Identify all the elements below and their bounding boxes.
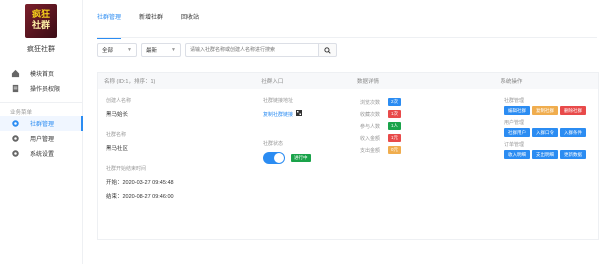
sidebar-item-community-management[interactable]: 社群管理 <box>0 116 83 131</box>
app-logo: 疯狂 社群 <box>25 4 57 38</box>
copy-community-button[interactable]: 复制社群 <box>532 106 558 115</box>
status-label: 社群状态 <box>263 141 284 147</box>
header-name: 名称 (ID:1，排序：1) <box>104 79 156 85</box>
chevron-down-icon: ▼ <box>171 47 176 53</box>
creator-label: 创建人名称 <box>106 98 132 104</box>
system-ops-column: 社群管理 编辑社群 复制社群 删除社群 用户管理 社群用户 入群口令 入群条件 … <box>504 97 588 163</box>
logo-text-line2: 社群 <box>31 21 50 31</box>
sidebar-item-label: 用户管理 <box>30 137 55 143</box>
stat-label: 浏览次数 <box>360 99 381 106</box>
stat-badge: 1人 <box>388 122 402 130</box>
table-header: 名称 (ID:1，排序：1) 社群入口 数据详情 系统操作 <box>98 73 598 89</box>
tab-recycle-bin[interactable]: 回收站 <box>181 12 199 26</box>
qrcode-icon[interactable] <box>296 110 303 118</box>
sidebar-item-system-settings[interactable]: 系统设置 <box>0 146 82 161</box>
update-data-button[interactable]: 更新数据 <box>560 150 586 159</box>
community-table: 名称 (ID:1，排序：1) 社群入口 数据详情 系统操作 创建人名称 黑马始长… <box>97 72 599 240</box>
tab-community-management[interactable]: 社群管理 <box>97 12 122 39</box>
gear-icon <box>10 119 20 129</box>
stat-views: 浏览次数 2次 <box>360 96 402 108</box>
document-icon <box>10 84 20 94</box>
search-button[interactable] <box>319 43 337 57</box>
tab-bar: 社群管理 新增社群 回收站 <box>97 12 597 39</box>
ops-group-title: 订单管理 <box>504 142 525 148</box>
stat-label: 收藏次数 <box>360 111 381 118</box>
status-toggle[interactable] <box>263 152 285 164</box>
name-column: 创建人名称 黑马始长 社群名称 黑马社区 社群开始结束时间 开始：2020-03… <box>106 97 174 200</box>
status-select[interactable]: 全部 ▼ <box>97 43 137 57</box>
header-entry: 社群入口 <box>261 79 284 85</box>
join-conditions-button[interactable]: 入群条件 <box>560 128 586 137</box>
sort-select[interactable]: 最新 ▼ <box>141 43 181 57</box>
creator-value: 黑马始长 <box>106 112 129 118</box>
link-label: 社群链接地址 <box>263 98 294 104</box>
app-root: 疯狂 社群 疯狂社群 模块首页 操作员权限 业务菜单 社群管理 用户管理 系统设… <box>0 0 600 264</box>
ops-button-row: 社群用户 入群口令 入群条件 <box>504 128 588 137</box>
logo-text-line1: 疯狂 <box>31 10 50 20</box>
ops-group-title: 社群管理 <box>504 98 525 104</box>
header-system-ops: 系统操作 <box>500 79 523 85</box>
header-data-details: 数据详情 <box>356 79 379 85</box>
table-row: 创建人名称 黑马始长 社群名称 黑马社区 社群开始结束时间 开始：2020-03… <box>98 89 598 239</box>
sidebar: 疯狂 社群 疯狂社群 模块首页 操作员权限 业务菜单 社群管理 用户管理 系统设… <box>0 0 83 264</box>
stat-income: 收入金额 1元 <box>360 132 402 144</box>
community-users-button[interactable]: 社群用户 <box>504 128 530 137</box>
stat-label: 支出金额 <box>360 147 381 154</box>
gear-icon <box>10 134 20 144</box>
status-select-value: 全部 <box>102 48 114 54</box>
main-content: 社群管理 新增社群 回收站 全部 ▼ 最新 ▼ 名称 (ID:1，排序：1) 社… <box>83 0 600 264</box>
search-icon <box>324 46 331 54</box>
stat-badge: 0元 <box>388 146 402 154</box>
logo-area: 疯狂 社群 疯狂社群 <box>0 0 82 66</box>
stat-badge: 1次 <box>388 110 402 118</box>
stat-badge: 1元 <box>388 134 402 142</box>
chevron-down-icon: ▼ <box>127 47 132 53</box>
stat-expense: 支出金额 0元 <box>360 144 402 156</box>
community-name-value: 黑马社区 <box>106 146 129 152</box>
sidebar-item-label: 社群管理 <box>30 122 55 128</box>
ops-button-row: 收入明细 支出明细 更新数据 <box>504 150 588 159</box>
sidebar-group-label: 业务菜单 <box>0 102 82 116</box>
delete-community-button[interactable]: 删除社群 <box>560 106 586 115</box>
link-row: 复制社群链接 <box>263 110 311 118</box>
status-badge: 进行中 <box>291 154 311 162</box>
tab-add-community[interactable]: 新增社群 <box>139 12 163 26</box>
sidebar-item-label: 模块首页 <box>30 72 55 78</box>
start-time: 开始：2020-03-27 09:45:48 <box>106 180 174 186</box>
expense-details-button[interactable]: 支出明细 <box>532 150 558 159</box>
status-row: 进行中 <box>263 152 311 164</box>
sidebar-item-label: 系统设置 <box>30 152 55 158</box>
copy-link[interactable]: 复制社群链接 <box>263 111 293 118</box>
ops-button-row: 编辑社群 复制社群 删除社群 <box>504 106 588 115</box>
sort-select-value: 最新 <box>146 48 158 54</box>
sidebar-item-operator-permission[interactable]: 操作员权限 <box>0 81 82 96</box>
search-input[interactable] <box>185 43 319 57</box>
filter-bar: 全部 ▼ 最新 ▼ <box>97 43 337 57</box>
sidebar-item-home[interactable]: 模块首页 <box>0 66 82 81</box>
entry-column: 社群链接地址 复制社群链接 社群状态 进行中 <box>263 97 311 164</box>
toggle-knob <box>274 153 284 163</box>
community-name-label: 社群名称 <box>106 132 127 138</box>
sidebar-item-user-management[interactable]: 用户管理 <box>0 131 82 146</box>
join-password-button[interactable]: 入群口令 <box>532 128 558 137</box>
stat-badge: 2次 <box>388 98 402 106</box>
time-label: 社群开始结束时间 <box>106 166 147 172</box>
ops-group-title: 用户管理 <box>504 120 525 126</box>
income-details-button[interactable]: 收入明细 <box>504 150 530 159</box>
stat-label: 收入金额 <box>360 135 381 142</box>
stat-label: 参与人数 <box>360 123 381 130</box>
gear-icon <box>10 149 20 159</box>
end-time: 结束：2020-08-27 09:46:00 <box>106 194 174 200</box>
data-details-column: 浏览次数 2次 收藏次数 1次 参与人数 1人 收入金额 1元 支出金额 0元 <box>360 96 402 156</box>
stat-participants: 参与人数 1人 <box>360 120 402 132</box>
app-name: 疯狂社群 <box>27 46 55 53</box>
edit-community-button[interactable]: 编辑社群 <box>504 106 530 115</box>
stat-favorites: 收藏次数 1次 <box>360 108 402 120</box>
home-icon <box>10 69 20 79</box>
sidebar-item-label: 操作员权限 <box>30 87 61 93</box>
